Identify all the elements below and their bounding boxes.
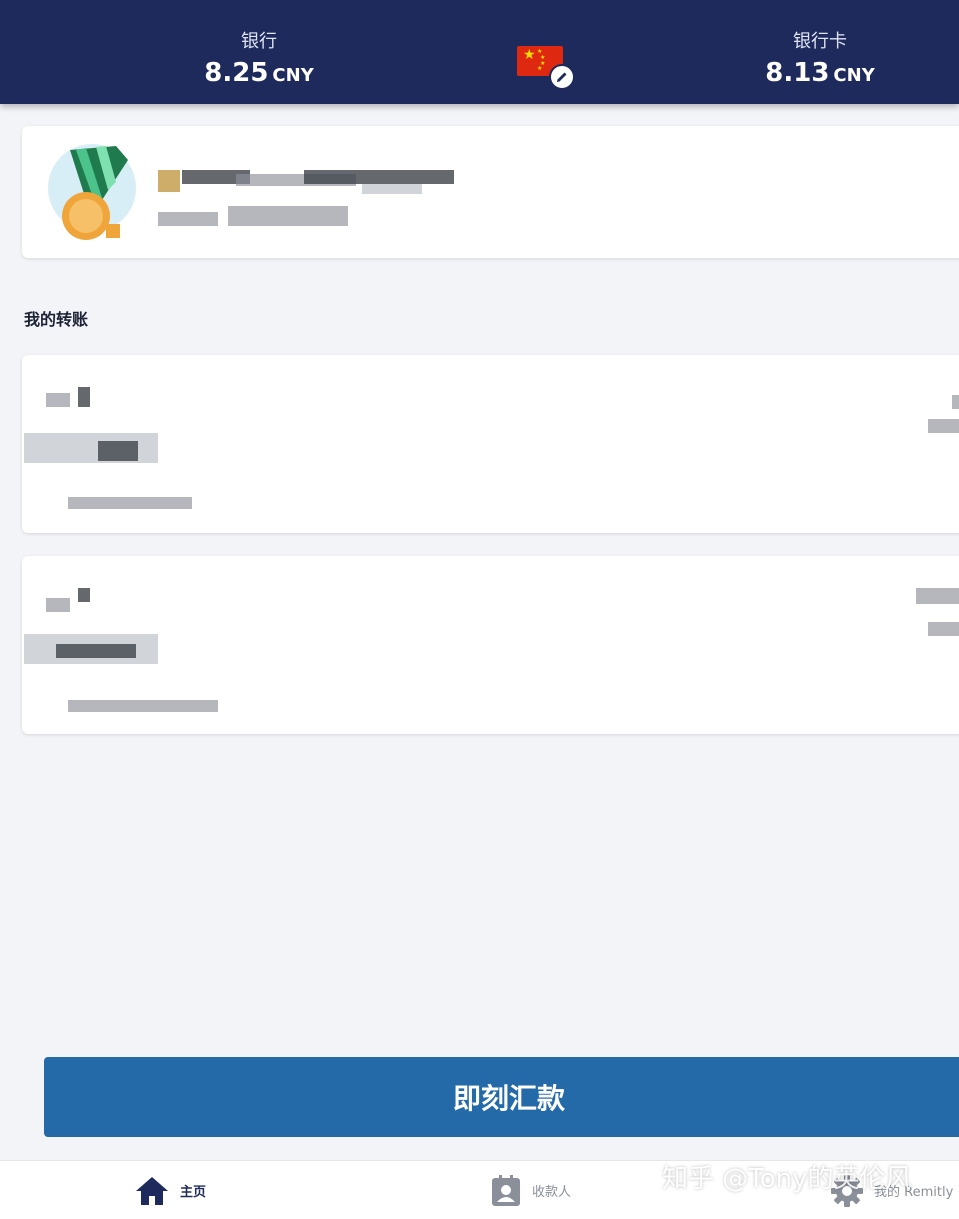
pixelated-text (46, 393, 70, 407)
pixelated-text (68, 700, 218, 712)
nav-my-remitly-label: 我的 Remitly (874, 1185, 954, 1200)
pixelated-text (952, 395, 959, 409)
gear-icon (831, 1174, 863, 1207)
pixelated-text (362, 184, 422, 194)
bank-rate-number: 8.25 (204, 58, 269, 88)
transfer-card[interactable] (22, 355, 959, 533)
pixelated-text (928, 419, 959, 433)
pixelated-text (68, 497, 192, 509)
flag-small-star-icon: ★ (537, 65, 543, 72)
card-rate-number: 8.13 (765, 58, 830, 88)
pixelated-text (78, 387, 90, 407)
contact-book-icon (492, 1174, 520, 1206)
pixelated-text (304, 170, 454, 184)
promo-card[interactable] (22, 126, 959, 258)
pixelated-text (56, 644, 136, 658)
card-rate-label: 银行卡 (793, 31, 847, 52)
pixelated-text (46, 598, 70, 612)
bank-rate-label: 银行 (241, 31, 277, 52)
nav-item-home[interactable]: 主页 (134, 1161, 206, 1219)
nav-item-my-remitly[interactable]: 我的 Remitly (830, 1161, 953, 1219)
pixelated-text (158, 170, 180, 192)
my-transfers-title: 我的转账 (24, 310, 89, 329)
bottom-nav: 主页 收款人 我的 Remitly (0, 1160, 959, 1219)
card-rate-value: 8.13 CNY (700, 58, 940, 91)
pixelated-text (158, 212, 218, 226)
flag-star-icon: ★ (523, 47, 536, 63)
pixelated-text (98, 441, 138, 461)
nav-home-label: 主页 (180, 1185, 207, 1200)
card-rate[interactable]: 银行卡 8.13 CNY (700, 30, 940, 91)
bank-rate-unit: CNY (272, 65, 314, 86)
pencil-icon[interactable] (549, 64, 575, 90)
card-rate-unit: CNY (833, 65, 875, 86)
pixelated-text (928, 622, 959, 636)
transfer-card[interactable] (22, 556, 959, 734)
nav-item-recipients[interactable]: 收款人 (490, 1161, 571, 1219)
pixelated-text (916, 588, 959, 604)
rate-header: 银行 8.25 CNY ★ ★ ★ ★ ★ 银行卡 8.13 CNY (0, 0, 959, 104)
pixelated-text (228, 206, 348, 226)
app-screen: 银行 8.25 CNY ★ ★ ★ ★ ★ 银行卡 8.13 CNY 我的转账 … (0, 0, 959, 1219)
bank-rate-value: 8.25 CNY (139, 58, 379, 91)
bank-rate[interactable]: 银行 8.25 CNY (139, 30, 379, 91)
pixelated-text (78, 588, 90, 602)
home-icon (136, 1176, 168, 1205)
send-now-button[interactable]: 即刻汇款 (44, 1057, 959, 1137)
medal-icon (46, 142, 142, 242)
nav-recipients-label: 收款人 (532, 1185, 572, 1200)
